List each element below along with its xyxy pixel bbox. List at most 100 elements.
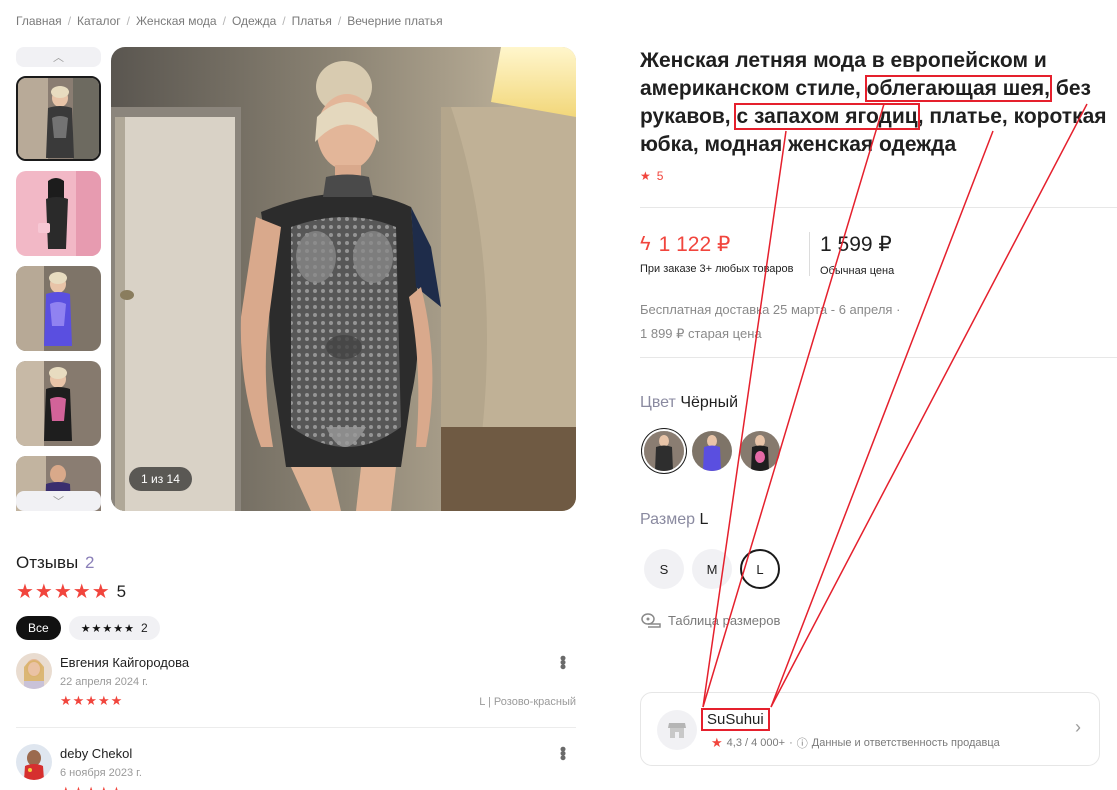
chevron-right-icon: › xyxy=(1075,717,1081,737)
title-highlight-neck: облегающая шея, xyxy=(864,75,1053,102)
filter-five-stars-count: 2 xyxy=(141,621,148,635)
thumbnail-3[interactable] xyxy=(16,266,101,351)
dot-separator: · xyxy=(789,737,793,749)
avatar[interactable] xyxy=(16,744,52,780)
size-table-label: Таблица размеров xyxy=(668,612,781,628)
info-icon: ⓘ xyxy=(796,738,808,750)
price-block: ϟ 1 122 ₽ При заказе 3+ любых товаров 1 5… xyxy=(640,232,1117,282)
avatar-image xyxy=(16,653,52,689)
thumbnail-image xyxy=(18,78,99,159)
chevron-down-icon: ﹀ xyxy=(53,496,64,508)
size-options: S M L xyxy=(644,549,780,589)
breadcrumb-home[interactable]: Главная xyxy=(16,14,62,28)
swatch-image xyxy=(740,431,780,471)
thumbnail-image xyxy=(16,266,101,351)
old-price: 1 899 ₽ старая цена xyxy=(640,326,762,341)
filter-five-stars-chip[interactable]: ★★★★★ 2 xyxy=(68,616,160,640)
breadcrumb-womens-fashion[interactable]: Женская мода xyxy=(136,14,217,28)
swatch-image xyxy=(692,431,732,471)
regular-price: 1 599 ₽ Обычная цена xyxy=(820,232,894,277)
size-option-l[interactable]: L xyxy=(740,549,780,589)
reviewer-name: deby Chekol xyxy=(60,746,133,761)
divider xyxy=(640,207,1117,208)
filter-all-chip[interactable]: Все xyxy=(16,616,61,640)
delivery-dates: Бесплатная доставка 25 марта - 6 апреля … xyxy=(640,302,901,317)
more-options-icon[interactable]: ••• xyxy=(553,655,573,668)
seller-rating: 4,3 / 4 000+ xyxy=(726,737,786,749)
swatch-image xyxy=(644,431,684,471)
review-filters: Все ★★★★★ 2 xyxy=(16,616,576,640)
star-icon: ★ xyxy=(640,169,651,183)
breadcrumb-separator: / xyxy=(67,14,72,28)
reviewer-name: Евгения Кайгородова xyxy=(60,655,190,670)
thumbnail-image xyxy=(16,171,101,256)
product-title: Женская летняя мода в европейском и амер… xyxy=(640,47,1112,159)
thumbnail-strip xyxy=(16,47,102,511)
review-stars-icon: ★★★★★ xyxy=(60,784,123,790)
seller-card[interactable]: SuSuhui ★ 4,3 / 4 000+ · ⓘ Данные и отве… xyxy=(640,692,1100,766)
seller-name[interactable]: SuSuhui xyxy=(701,708,770,731)
five-stars-icon: ★★★★★ xyxy=(80,622,135,635)
breadcrumb-separator: / xyxy=(337,14,342,28)
reviews-title: Отзывы xyxy=(16,553,79,572)
avatar[interactable] xyxy=(16,653,52,689)
size-label: Размер L xyxy=(640,511,708,529)
review-date: 22 апреля 2024 г. xyxy=(60,676,148,688)
breadcrumb-dresses[interactable]: Платья xyxy=(292,14,332,28)
store-icon xyxy=(668,723,686,738)
size-option-m[interactable]: M xyxy=(692,549,732,589)
size-label-text: Размер xyxy=(640,511,695,528)
delivery-info: Бесплатная доставка 25 марта - 6 апреля … xyxy=(640,298,900,346)
chevron-up-icon: ︿ xyxy=(53,52,64,64)
color-swatch-pink-red[interactable] xyxy=(740,431,780,471)
review-stars-icon: ★★★★★ xyxy=(60,693,124,708)
thumbnail-scroll-up-button[interactable]: ︿ xyxy=(16,47,101,67)
thumbnail-2[interactable] xyxy=(16,171,101,256)
thumbnail-4[interactable] xyxy=(16,361,101,446)
image-counter: 1 из 14 xyxy=(129,467,192,491)
rating-stars-icon: ★★★★★ xyxy=(16,581,111,603)
shop-icon xyxy=(657,710,697,750)
breadcrumb-evening-dresses[interactable]: Вечерние платья xyxy=(347,14,442,28)
reviews-count: 2 xyxy=(85,553,95,572)
regular-price-note: Обычная цена xyxy=(820,265,895,277)
color-swatches xyxy=(644,431,780,471)
breadcrumb-catalog[interactable]: Каталог xyxy=(77,14,121,28)
color-value: Чёрный xyxy=(680,394,739,411)
thumbnail-image xyxy=(16,361,101,446)
divider xyxy=(16,727,576,728)
breadcrumb-separator: / xyxy=(222,14,226,28)
color-swatch-blue[interactable] xyxy=(692,431,732,471)
product-rating[interactable]: ★ 5 xyxy=(640,169,1117,183)
thumbnail-1[interactable] xyxy=(16,76,101,161)
size-value: L xyxy=(699,511,709,528)
thumbnail-scroll-down-button[interactable]: ﹀ xyxy=(16,491,101,511)
size-table-link[interactable]: Таблица размеров xyxy=(640,612,780,628)
bulk-price: ϟ 1 122 ₽ При заказе 3+ любых товаров xyxy=(640,232,794,275)
color-label-text: Цвет xyxy=(640,394,676,411)
avatar-image xyxy=(16,744,52,780)
title-highlight-scent: с запахом ягодиц xyxy=(734,103,920,130)
seller-info: ★ 4,3 / 4 000+ · ⓘ Данные и ответственно… xyxy=(711,735,1000,751)
price-divider xyxy=(809,232,810,276)
divider xyxy=(640,357,1117,358)
breadcrumb: Главная / Каталог / Женская мода / Одежда / … xyxy=(16,14,443,28)
reviews-heading: Отзывы 2 xyxy=(16,553,576,573)
color-label: Цвет Чёрный xyxy=(640,394,738,412)
seller-info-link[interactable]: Данные и ответственность продавца xyxy=(812,737,1000,749)
breadcrumb-separator: / xyxy=(282,14,286,28)
star-icon: ★ xyxy=(711,735,723,750)
review-variant: L | Розово-красный xyxy=(479,696,576,708)
bulk-price-value: 1 122 ₽ xyxy=(658,233,731,256)
regular-price-value: 1 599 ₽ xyxy=(820,233,892,256)
size-option-s[interactable]: S xyxy=(644,549,684,589)
main-product-image[interactable]: 1 из 14 xyxy=(111,47,576,511)
bulk-price-note: При заказе 3+ любых товаров xyxy=(640,263,794,275)
tape-measure-icon xyxy=(641,613,661,628)
color-swatch-black[interactable] xyxy=(644,431,684,471)
breadcrumb-clothing[interactable]: Одежда xyxy=(232,14,276,28)
product-info: Женская летняя мода в европейском и амер… xyxy=(640,47,1117,183)
product-photo xyxy=(111,47,576,511)
more-options-icon[interactable]: ••• xyxy=(553,746,573,759)
reviews-rating-row: ★★★★★ 5 xyxy=(16,579,576,604)
